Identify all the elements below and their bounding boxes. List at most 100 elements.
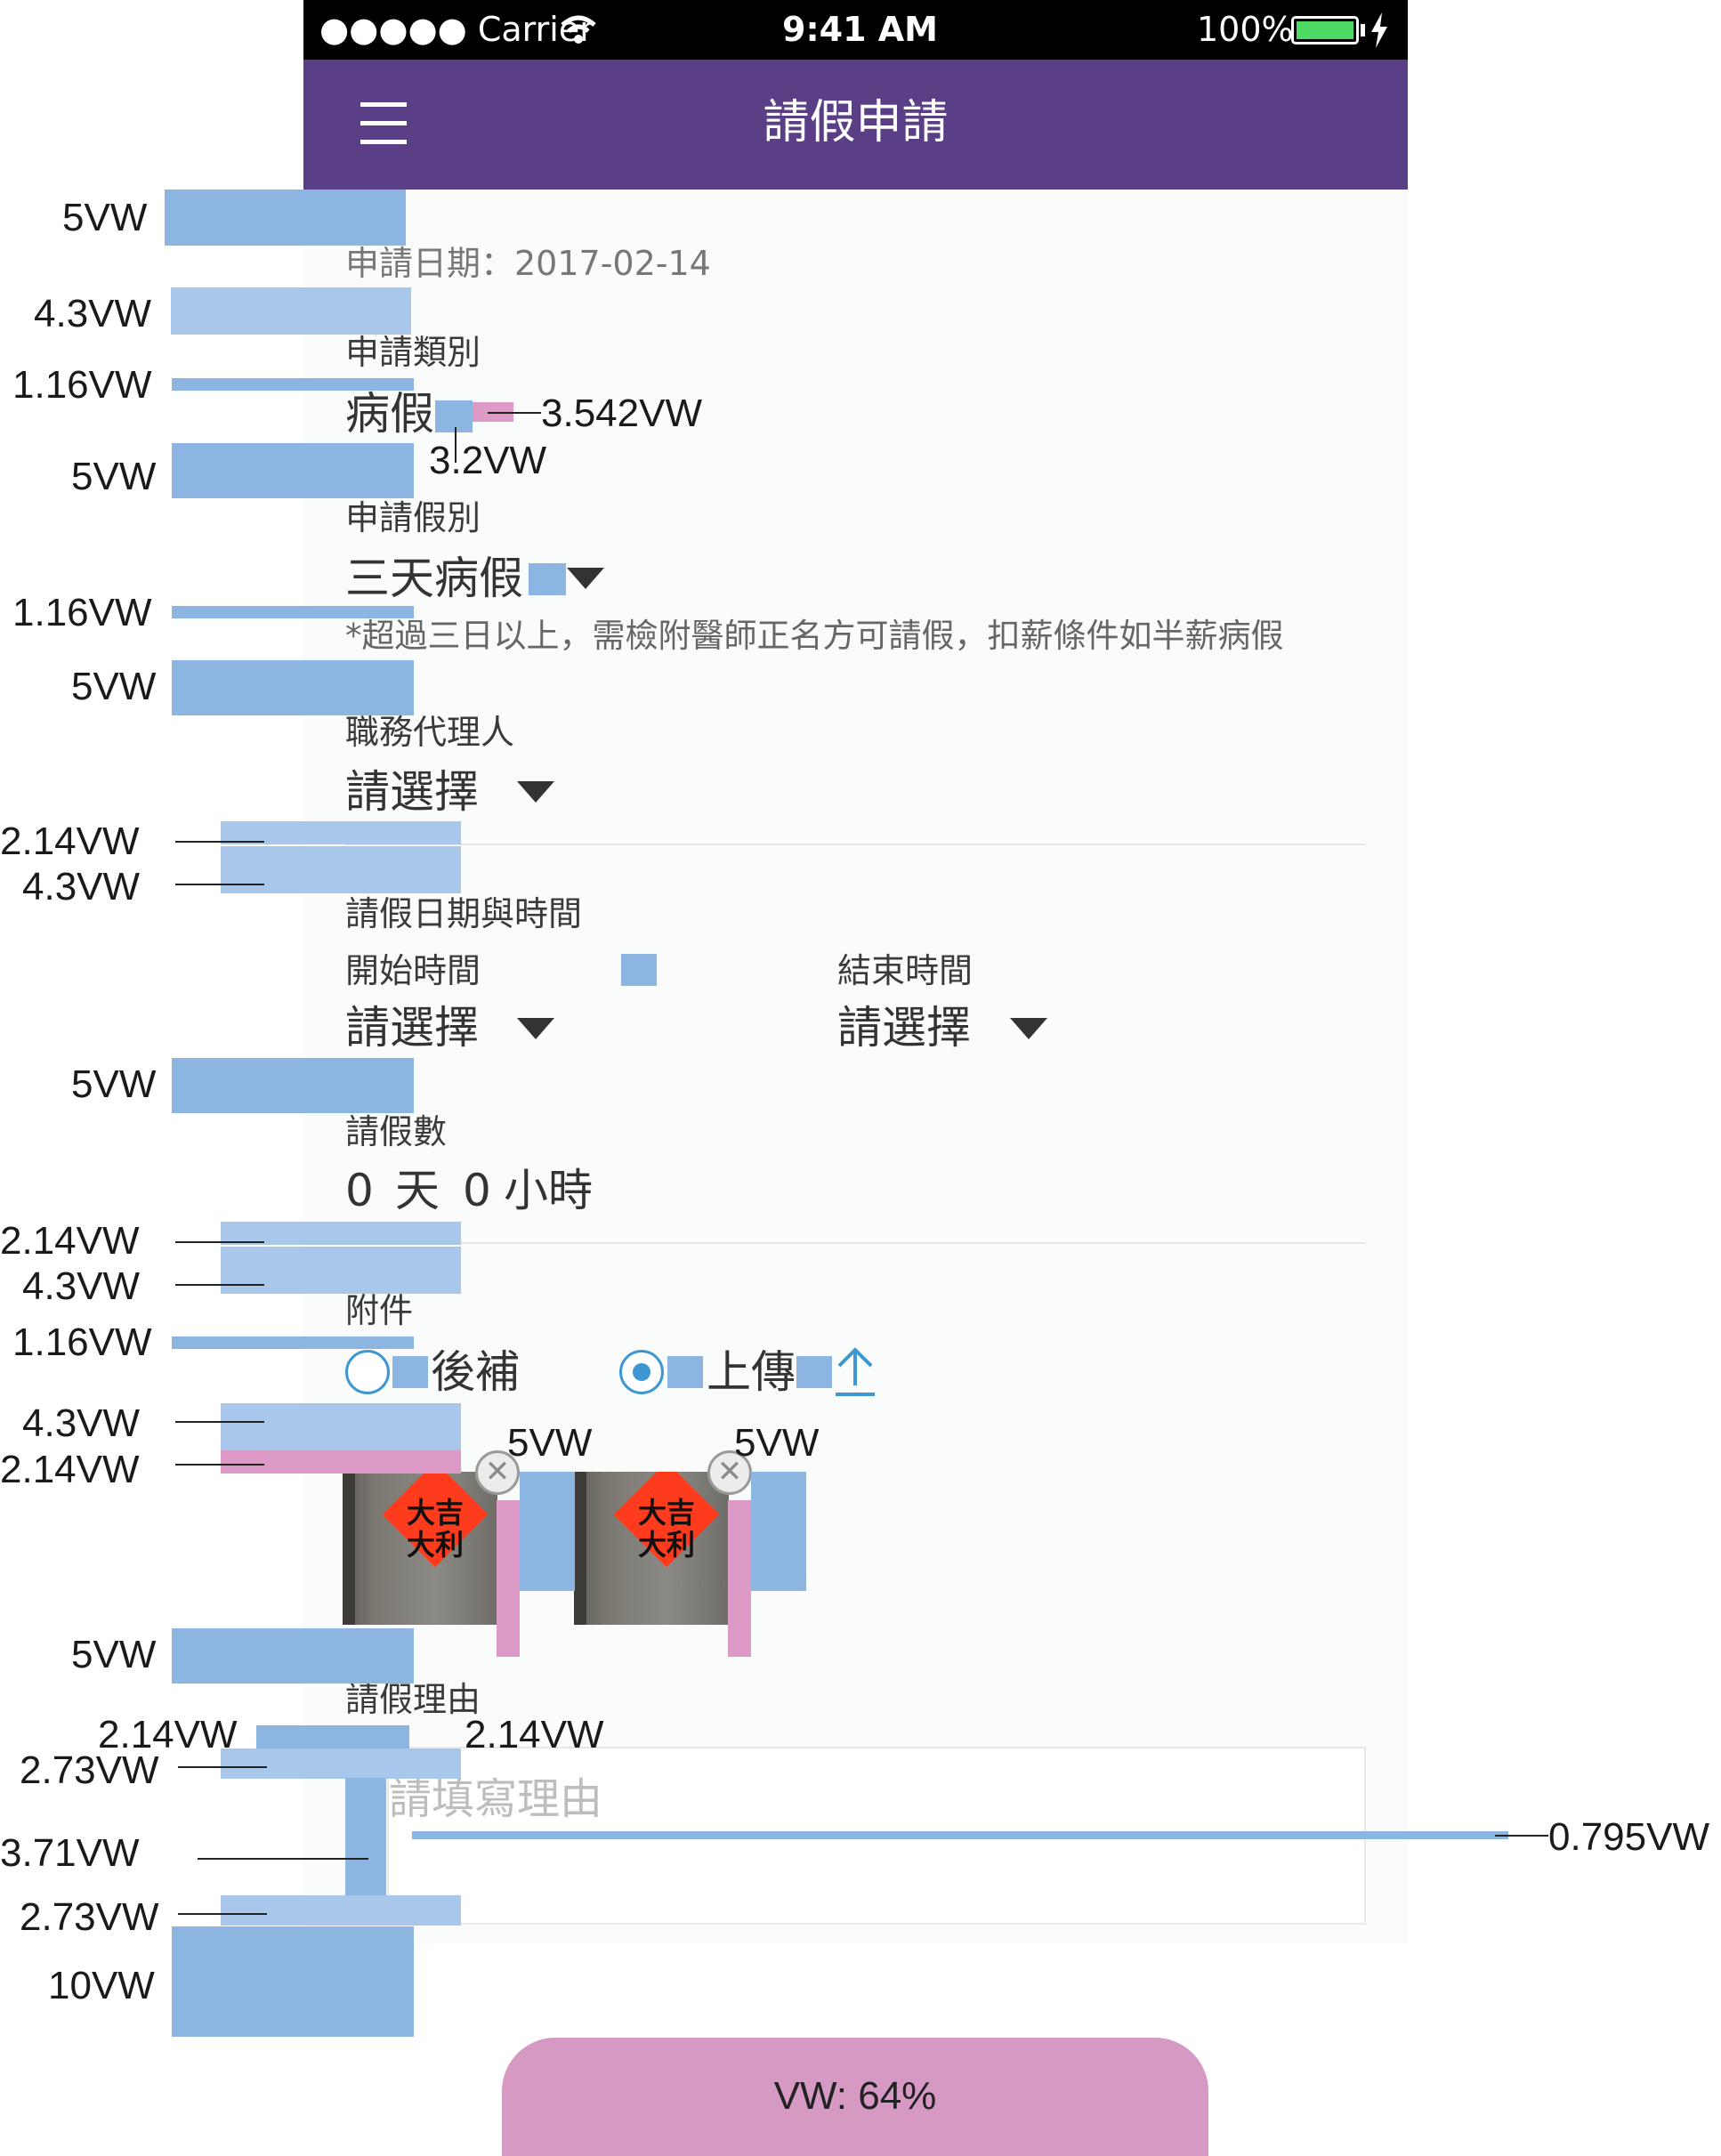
duration-label: 請假數 bbox=[345, 1112, 448, 1151]
spacing-block bbox=[520, 1472, 575, 1591]
spacing-label: 1.16VW bbox=[12, 363, 152, 407]
spacing-block bbox=[172, 1336, 414, 1349]
spacing-label: 4.3VW bbox=[22, 1264, 141, 1308]
spacing-block bbox=[172, 606, 414, 618]
attachment-thumbnail[interactable]: 大吉大利 bbox=[343, 1472, 497, 1625]
leader-line bbox=[198, 1858, 368, 1860]
thumbnail-text: 大吉大利 bbox=[406, 1496, 464, 1562]
leader-line bbox=[175, 884, 264, 885]
upload-arrow-icon[interactable] bbox=[832, 1346, 878, 1401]
leader-line bbox=[488, 412, 541, 414]
spacing-block bbox=[165, 190, 406, 246]
spacing-block bbox=[221, 846, 461, 893]
apply-date-label: 申請日期：2017-02-14 bbox=[345, 244, 711, 283]
battery-tip-icon bbox=[1361, 24, 1365, 36]
reason-placeholder: 請填寫理由 bbox=[389, 1774, 603, 1824]
spacing-block bbox=[728, 1500, 751, 1657]
battery-icon bbox=[1291, 16, 1359, 44]
spacing-block bbox=[435, 400, 473, 432]
spacing-block bbox=[751, 1472, 806, 1591]
category-value[interactable]: 病假 bbox=[345, 387, 434, 440]
spacing-label: 2.73VW bbox=[20, 1895, 159, 1939]
spacing-label: 1.16VW bbox=[12, 591, 152, 634]
spacing-label: 5VW bbox=[62, 196, 148, 239]
spacing-block bbox=[621, 954, 657, 986]
end-time-select[interactable]: 請選擇 bbox=[837, 1001, 971, 1054]
spacing-label: 4.3VW bbox=[22, 1401, 141, 1445]
spacing-block bbox=[172, 1058, 414, 1113]
leader-line bbox=[178, 1766, 267, 1768]
spacing-label: 10VW bbox=[48, 1964, 155, 2007]
spacing-block bbox=[256, 1725, 409, 1748]
radio-upload-label[interactable]: 上傳 bbox=[707, 1345, 796, 1399]
leave-type-note: *超過三日以上，需檢附醫師正名方可請假，扣薪條件如半薪病假 bbox=[345, 617, 1284, 655]
leader-line bbox=[175, 841, 264, 843]
carrier-label: ●●●●● Carrier bbox=[319, 10, 594, 49]
duration-days: 0 bbox=[345, 1165, 374, 1216]
spacing-block bbox=[221, 1403, 461, 1450]
status-bar: ●●●●● Carrier 9:41 AM 100% bbox=[303, 0, 1408, 60]
submit-button-annotation: VW: 64% bbox=[773, 2074, 937, 2118]
radio-later[interactable] bbox=[345, 1350, 390, 1394]
radio-later-label[interactable]: 後補 bbox=[431, 1345, 520, 1399]
leave-type-dropdown-icon[interactable] bbox=[567, 568, 604, 589]
leader-line bbox=[178, 1913, 267, 1915]
spacing-label: 2.14VW bbox=[465, 1713, 604, 1756]
spacing-label: 5VW bbox=[71, 665, 157, 708]
thumbnail-text: 大吉大利 bbox=[637, 1496, 695, 1562]
spacing-label: 5VW bbox=[71, 1633, 157, 1676]
duration-hours: 0 bbox=[463, 1165, 491, 1216]
attachment-thumbnail[interactable]: 大吉大利 bbox=[574, 1472, 729, 1625]
spacing-label: 5VW bbox=[71, 1062, 157, 1106]
start-time-select[interactable]: 請選擇 bbox=[345, 1001, 479, 1054]
charging-bolt-icon bbox=[1370, 12, 1389, 52]
spacing-block bbox=[172, 1628, 414, 1684]
spacing-label: 3.71VW bbox=[0, 1831, 140, 1875]
spacing-block bbox=[172, 443, 414, 498]
category-label: 申請類別 bbox=[345, 333, 481, 372]
spacing-label: 0.795VW bbox=[1548, 1815, 1709, 1859]
radio-upload[interactable] bbox=[619, 1350, 664, 1394]
end-time-label: 結束時間 bbox=[837, 951, 974, 990]
spacing-label: 2.14VW bbox=[0, 1448, 140, 1491]
battery-percent: 100% bbox=[1197, 10, 1294, 49]
page-title: 請假申請 bbox=[763, 96, 949, 149]
leave-type-value[interactable]: 三天病假 bbox=[345, 552, 523, 605]
spacing-label: 2.14VW bbox=[0, 1219, 140, 1263]
agent-label: 職務代理人 bbox=[345, 713, 515, 752]
section-divider bbox=[345, 844, 1366, 845]
start-time-label: 開始時間 bbox=[345, 951, 481, 990]
start-time-dropdown-icon[interactable] bbox=[517, 1018, 554, 1039]
spacing-label: 4.3VW bbox=[34, 292, 152, 335]
end-time-dropdown-icon[interactable] bbox=[1010, 1018, 1047, 1039]
leader-line bbox=[1495, 1835, 1548, 1837]
leader-line bbox=[175, 1241, 264, 1243]
spacing-block bbox=[172, 1926, 414, 2037]
spacing-block bbox=[172, 660, 414, 715]
submit-button[interactable]: VW: 64% bbox=[502, 2038, 1208, 2156]
spacing-block bbox=[221, 1450, 461, 1474]
section-divider bbox=[345, 1242, 1366, 1244]
spacing-block bbox=[412, 1831, 1508, 1839]
agent-select[interactable]: 請選擇 bbox=[345, 765, 479, 819]
leave-type-label: 申請假別 bbox=[345, 498, 481, 537]
spacing-label: 2.73VW bbox=[20, 1748, 159, 1792]
leader-line bbox=[175, 1464, 264, 1466]
agent-dropdown-icon[interactable] bbox=[517, 781, 554, 803]
wifi-icon bbox=[559, 12, 598, 50]
clock-label: 9:41 AM bbox=[782, 10, 938, 49]
spacing-block bbox=[221, 1895, 461, 1926]
leader-line bbox=[175, 1284, 264, 1286]
spacing-label: 3.542VW bbox=[541, 392, 702, 435]
spacing-block bbox=[497, 1500, 520, 1657]
spacing-block bbox=[221, 1748, 461, 1779]
leader-line bbox=[175, 1421, 264, 1423]
datetime-section-label: 請假日期與時間 bbox=[345, 894, 583, 933]
spacing-label: 4.3VW bbox=[22, 865, 141, 908]
spacing-block bbox=[172, 378, 414, 391]
spacing-block bbox=[171, 287, 411, 335]
duration-hours-unit: 小時 bbox=[504, 1165, 593, 1216]
spacing-block bbox=[392, 1356, 428, 1388]
spacing-label: 3.2VW bbox=[429, 439, 547, 482]
duration-days-unit: 天 bbox=[395, 1165, 440, 1216]
